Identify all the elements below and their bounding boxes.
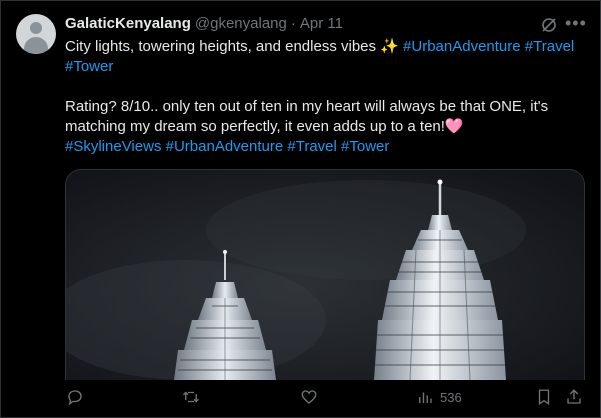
hashtag[interactable]: #Tower bbox=[341, 138, 389, 155]
share-button[interactable] bbox=[565, 388, 583, 406]
post-text: City lights, towering heights, and endle… bbox=[65, 37, 585, 157]
avatar-head bbox=[30, 22, 42, 34]
views-icon bbox=[419, 392, 432, 403]
more-dots-icon[interactable]: ••• bbox=[565, 13, 587, 34]
post-header: GalaticKenyalang @gkenyalang · Apr 11 bbox=[65, 15, 343, 33]
hashtag[interactable]: #UrbanAdventure bbox=[403, 38, 521, 55]
like-button[interactable] bbox=[300, 388, 318, 406]
bookmark-button[interactable] bbox=[535, 388, 553, 406]
repost-icon bbox=[183, 391, 199, 403]
hashtag[interactable]: #Travel bbox=[525, 38, 574, 55]
separator-dot: · bbox=[290, 15, 296, 32]
reply-icon bbox=[68, 390, 82, 406]
like-icon bbox=[301, 390, 317, 404]
post-line-1: City lights, towering heights, and endle… bbox=[65, 37, 585, 77]
display-name[interactable]: GalaticKenyalang bbox=[65, 15, 191, 32]
hashtag[interactable]: #UrbanAdventure bbox=[166, 138, 284, 155]
hashtag[interactable]: #SkylineViews bbox=[65, 138, 161, 155]
share-icon bbox=[567, 389, 581, 404]
avatar[interactable] bbox=[16, 14, 56, 54]
views-button[interactable]: 536 bbox=[416, 388, 462, 406]
grok-icon[interactable] bbox=[540, 16, 558, 34]
heart-emoji: 🩷 bbox=[444, 118, 464, 135]
post-image[interactable] bbox=[65, 169, 585, 380]
post-line-1-text: City lights, towering heights, and endle… bbox=[65, 38, 399, 55]
bookmark-icon bbox=[538, 389, 550, 406]
views-count: 536 bbox=[440, 389, 462, 405]
post-actions: 536 bbox=[0, 380, 601, 416]
post-line-2-tags: #SkylineViews #UrbanAdventure #Travel #T… bbox=[65, 137, 585, 157]
post-line-2-text-b: matching my dream so perfectly, it even … bbox=[65, 118, 445, 135]
post-line-2: Rating? 8/10.. only ten out of ten in my… bbox=[65, 97, 585, 137]
hashtag[interactable]: #Tower bbox=[65, 58, 113, 75]
user-handle[interactable]: @gkenyalang bbox=[195, 15, 287, 32]
reply-button[interactable] bbox=[66, 388, 84, 406]
hashtag[interactable]: #Travel bbox=[287, 138, 336, 155]
avatar-body bbox=[24, 37, 48, 54]
petronas-towers-image bbox=[66, 170, 584, 380]
post-date[interactable]: Apr 11 bbox=[300, 15, 343, 32]
post-line-2-text-a: Rating? 8/10.. only ten out of ten in my… bbox=[65, 98, 549, 115]
repost-button[interactable] bbox=[182, 388, 200, 406]
